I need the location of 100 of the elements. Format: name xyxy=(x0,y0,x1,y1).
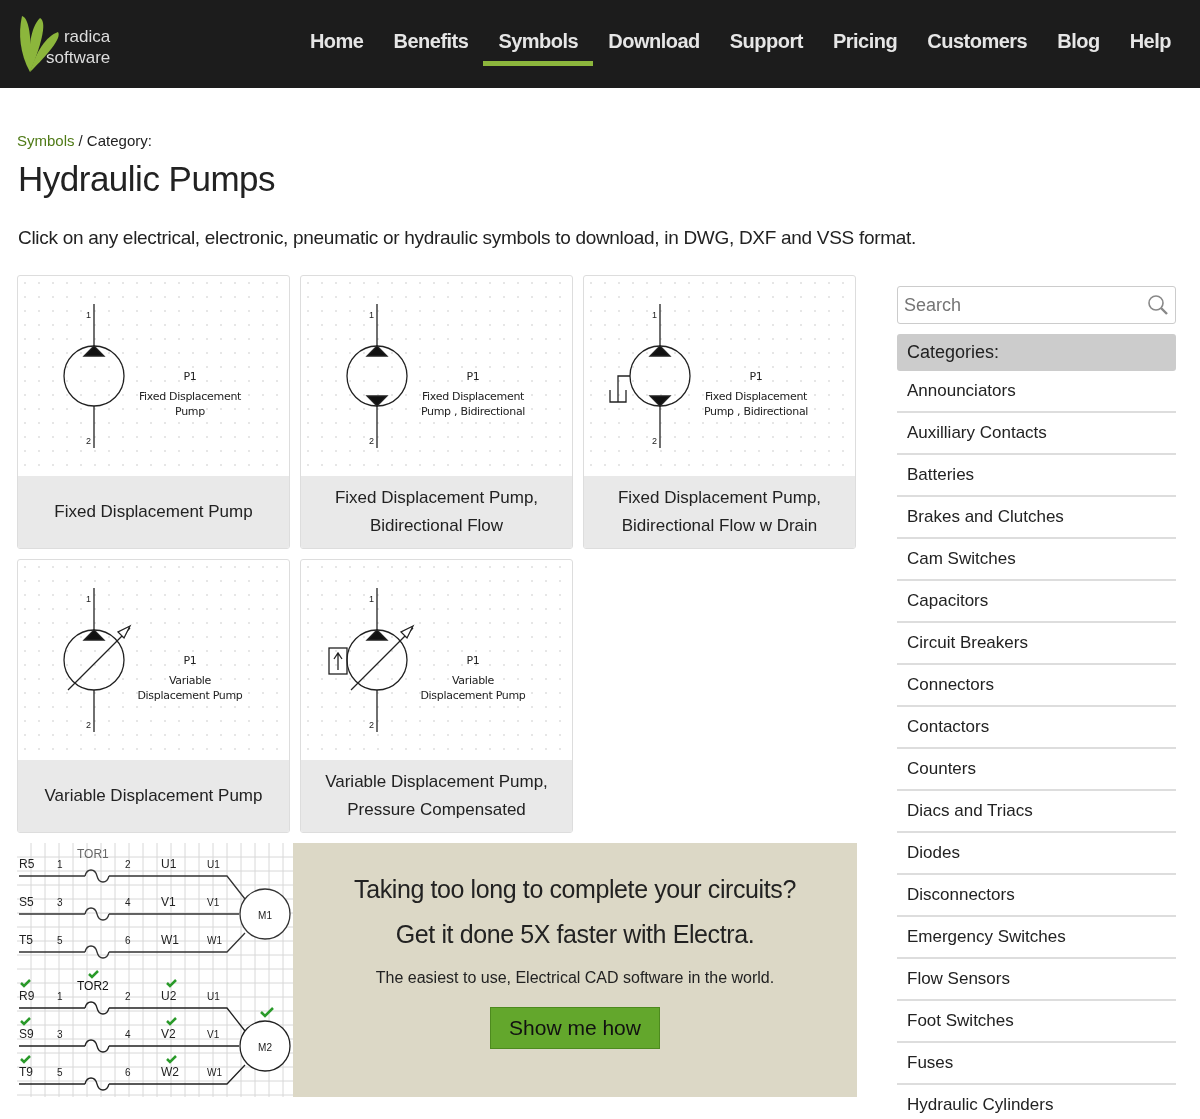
search-icon[interactable] xyxy=(1147,294,1169,316)
breadcrumb-link[interactable]: Symbols xyxy=(17,132,75,149)
check-icon xyxy=(166,979,177,988)
category-link[interactable]: Contactors xyxy=(897,707,1176,749)
device-label: TOR2 xyxy=(77,979,109,993)
promo-headline: Taking too long to complete your circuits? xyxy=(354,874,796,905)
category-link[interactable]: Diacs and Triacs xyxy=(897,791,1176,833)
wire-label: S9 xyxy=(19,1027,34,1041)
promo-headline: Get it done 5X faster with Electra. xyxy=(395,919,755,950)
nav-link[interactable]: Home xyxy=(294,22,379,66)
pin-number: 1 xyxy=(57,859,63,870)
wire-label: T5 xyxy=(19,933,33,947)
category-link[interactable]: Diodes xyxy=(897,833,1176,875)
category-link[interactable]: Brakes and Clutches xyxy=(897,497,1176,539)
category-link[interactable]: Circuit Breakers xyxy=(897,623,1176,665)
category-link[interactable]: Batteries xyxy=(897,455,1176,497)
nav-link[interactable]: Pricing xyxy=(817,22,913,66)
caption-text: Fixed Displacement Pump xyxy=(54,501,253,523)
symbol-label: Fixed Displacement xyxy=(421,390,525,403)
pin-number: 6 xyxy=(125,935,131,946)
pin-number: 2 xyxy=(125,859,131,870)
wire-label: V2 xyxy=(161,1027,176,1041)
symbol-label: Fixed Displacement xyxy=(704,390,808,403)
nav-link[interactable]: Customers xyxy=(912,22,1043,66)
symbol-card[interactable]: 1 2 P1 Fixed Displacement Pump , Bidirectional Fixed Displacement Pump, Bidirectional Flow xyxy=(300,275,573,549)
wire-label: S5 xyxy=(19,895,34,909)
pin-number: 2 xyxy=(86,436,91,446)
symbol-label: Variable xyxy=(168,674,212,687)
category-link[interactable]: Flow Sensors xyxy=(897,959,1176,1001)
symbol-card[interactable]: 1 2 P1 Variable Displacement Pump Variable Displacement Pump xyxy=(17,559,290,833)
wire-label: V1 xyxy=(161,895,176,909)
pin-number: 2 xyxy=(369,436,374,446)
caption-text: Bidirectional Flow w Drain xyxy=(621,515,818,537)
check-icon xyxy=(166,1017,177,1026)
caption-text: Fixed Displacement Pump, xyxy=(334,487,539,509)
caption-text: Fixed Displacement Pump, xyxy=(617,487,822,509)
check-icon xyxy=(166,1055,177,1064)
wire-label: W2 xyxy=(161,1065,179,1079)
pin-number: 1 xyxy=(369,594,374,604)
pin-number: 5 xyxy=(57,935,63,946)
terminal-label: W1 xyxy=(207,935,222,946)
check-icon xyxy=(260,1007,274,1018)
promo-text: The easiest to use, Electrical CAD software in the world. xyxy=(375,969,775,987)
category-link[interactable]: Announciators xyxy=(897,371,1176,413)
nav-link[interactable]: Download xyxy=(593,22,715,66)
wire-label: R5 xyxy=(19,857,35,871)
device-label: TOR1 xyxy=(77,847,109,861)
symbol-label: Pump , Bidirectional xyxy=(703,405,809,418)
motor-label: M2 xyxy=(258,1042,272,1053)
pin-number: 1 xyxy=(86,594,91,604)
category-link[interactable]: Cam Switches xyxy=(897,539,1176,581)
symbol-label: Fixed Displacement xyxy=(138,390,242,403)
pin-number: 1 xyxy=(86,310,91,320)
show-me-how-button[interactable]: Show me how xyxy=(490,1007,660,1049)
wire-label: U1 xyxy=(161,857,177,871)
categories-heading: Categories: xyxy=(897,334,1176,371)
nav-link[interactable]: Blog xyxy=(1042,22,1115,66)
category-link[interactable]: Hydraulic Cylinders xyxy=(897,1085,1176,1119)
nav-link[interactable]: Support xyxy=(714,22,818,66)
check-icon xyxy=(88,970,99,979)
terminal-label: V1 xyxy=(207,897,220,908)
pin-number: 4 xyxy=(125,1029,131,1040)
symbol-tag: P1 xyxy=(183,654,197,667)
category-link[interactable]: Fuses xyxy=(897,1043,1176,1085)
terminal-label: W1 xyxy=(207,1067,222,1078)
caption-text: Pressure Compensated xyxy=(347,799,526,821)
pin-number: 1 xyxy=(652,310,657,320)
pin-number: 3 xyxy=(57,1029,63,1040)
pin-number: 6 xyxy=(125,1067,131,1078)
terminal-label: U1 xyxy=(207,859,220,870)
search-field[interactable]: Search xyxy=(897,286,1176,324)
category-link[interactable]: Capacitors xyxy=(897,581,1176,623)
symbol-card[interactable]: 1 2 P1 Fixed Displacement Pump Fixed Displacement Pump xyxy=(17,275,290,549)
wire-label: U2 xyxy=(161,989,177,1003)
symbol-card[interactable]: 1 2 P1 Variable Displacement Pump Variable Displacement Pump, Pressure Compensated xyxy=(300,559,573,833)
pin-number: 2 xyxy=(86,720,91,730)
pin-number: 2 xyxy=(369,720,374,730)
category-link[interactable]: Connectors xyxy=(897,665,1176,707)
wire-label: R9 xyxy=(19,989,35,1003)
nav-link[interactable]: Symbols xyxy=(483,22,594,66)
category-link[interactable]: Foot Switches xyxy=(897,1001,1176,1043)
symbol-card[interactable]: 1 2 P1 Fixed Displacement Pump , Bidirectional Fixed Displacement Pump, Bidirectional Flow w Drain xyxy=(583,275,856,549)
logo-text: software xyxy=(46,47,111,68)
caption-text: Variable Displacement Pump xyxy=(44,785,263,807)
symbol-label: Pump , Bidirectional xyxy=(420,405,526,418)
category-link[interactable]: Emergency Switches xyxy=(897,917,1176,959)
pin-number: 4 xyxy=(125,897,131,908)
category-link[interactable]: Auxilliary Contacts xyxy=(897,413,1176,455)
wire-label: T9 xyxy=(19,1065,33,1079)
nav-link[interactable]: Benefits xyxy=(378,22,484,66)
caption-text: Variable Displacement Pump, xyxy=(325,771,548,793)
nav-link[interactable]: Help xyxy=(1114,22,1186,66)
check-icon xyxy=(20,1055,31,1064)
check-icon xyxy=(20,979,31,988)
check-icon xyxy=(20,1017,31,1026)
pin-number: 5 xyxy=(57,1067,63,1078)
category-link[interactable]: Disconnectors xyxy=(897,875,1176,917)
symbol-tag: P1 xyxy=(466,370,480,383)
symbol-tag: P1 xyxy=(466,654,480,667)
category-link[interactable]: Counters xyxy=(897,749,1176,791)
